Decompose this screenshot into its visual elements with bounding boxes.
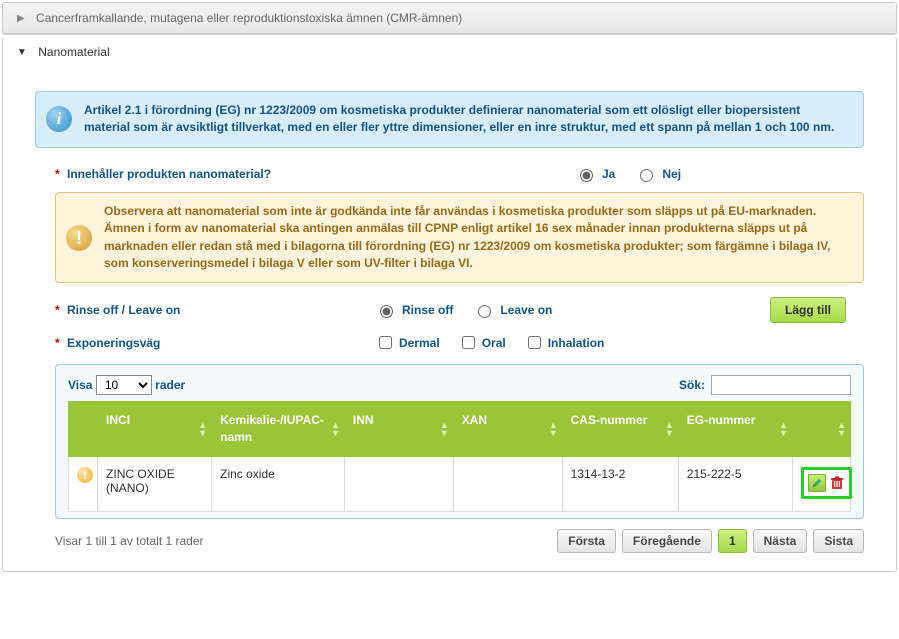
cell-eg: 215-222-5 — [678, 456, 792, 511]
show-label: Visa — [68, 378, 92, 392]
nano-table-wrap: Visa 10 rader Sök: — [55, 364, 864, 519]
exposure-row: * Exponeringsväg Dermal Oral Inhalation — [55, 333, 864, 352]
leave-on-label: Leave on — [500, 303, 552, 317]
nano-table: INCI▲▼ Kemikalie-/IUPAC-namn▲▼ INN▲▼ XAN… — [68, 401, 851, 512]
pager-prev[interactable]: Föregående — [622, 529, 712, 553]
info-box: i Artikel 2.1 i förordning (EG) nr 1223/… — [35, 91, 864, 148]
warning-text-1: Observera att nanomaterial som inte är g… — [104, 203, 849, 220]
cell-inn — [344, 456, 453, 511]
exposure-label: Exponeringsväg — [67, 336, 160, 350]
col-status[interactable] — [69, 402, 98, 457]
cell-xan — [453, 456, 562, 511]
warning-text-2: Ämnen i form av nanomaterial ska antinge… — [104, 220, 849, 272]
contains-nano-row: * Innehåller produkten nanomaterial? Ja … — [55, 166, 864, 182]
search-label: Sök: — [679, 378, 705, 392]
nano-panel-title: Nanomaterial — [38, 45, 109, 59]
trash-icon — [829, 475, 845, 491]
exposure-inhalation-checkbox[interactable] — [528, 336, 541, 349]
warning-box: ! Observera att nanomaterial som inte är… — [55, 192, 864, 284]
warning-icon: ! — [66, 225, 92, 251]
contains-nano-label: Innehåller produkten nanomaterial? — [67, 167, 271, 181]
info-icon: i — [46, 106, 72, 132]
contains-nano-no-label: Nej — [662, 167, 681, 181]
rinse-label: Rinse off / Leave on — [67, 303, 180, 317]
sort-icon: ▲▼ — [549, 421, 558, 437]
col-chem[interactable]: Kemikalie-/IUPAC-namn▲▼ — [212, 402, 345, 457]
col-inn[interactable]: INN▲▼ — [344, 402, 453, 457]
cell-chem: Zinc oxide — [212, 456, 345, 511]
col-cas[interactable]: CAS-nummer▲▼ — [562, 402, 678, 457]
nano-panel-header[interactable]: ▼ Nanomaterial — [3, 37, 896, 67]
exposure-dermal-checkbox[interactable] — [379, 336, 392, 349]
exposure-oral-checkbox[interactable] — [462, 336, 475, 349]
table-info: Visar 1 till 1 av totalt 1 rader — [55, 534, 204, 548]
nanomaterial-panel: ▼ Nanomaterial i Artikel 2.1 i förordnin… — [2, 37, 897, 572]
sort-icon: ▲▼ — [331, 421, 340, 437]
info-text: Artikel 2.1 i förordning (EG) nr 1223/20… — [84, 103, 834, 134]
cell-inci: ZINC OXIDE (NANO) — [98, 456, 212, 511]
pager-page-1[interactable]: 1 — [718, 529, 747, 553]
sort-icon: ▲▼ — [665, 421, 674, 437]
pencil-icon — [812, 478, 822, 488]
leave-on-radio[interactable] — [478, 305, 491, 318]
required-mark: * — [55, 167, 60, 181]
page-size-select[interactable]: 10 — [96, 375, 152, 395]
pager-first[interactable]: Första — [557, 529, 616, 553]
action-highlight-frame — [801, 467, 852, 499]
cmr-panel-title: Cancerframkallande, mutagena eller repro… — [36, 11, 462, 25]
rows-label: rader — [155, 378, 185, 392]
rinse-row: * Rinse off / Leave on Rinse off Leave o… — [55, 297, 864, 323]
chevron-right-icon: ▶ — [17, 13, 25, 24]
cmr-panel[interactable]: ▶ Cancerframkallande, mutagena eller rep… — [2, 2, 897, 35]
chevron-down-icon: ▼ — [17, 47, 27, 58]
add-button[interactable]: Lägg till — [770, 297, 846, 323]
pager-next[interactable]: Nästa — [753, 529, 808, 553]
exposure-oral-label: Oral — [482, 336, 506, 350]
col-inci[interactable]: INCI▲▼ — [98, 402, 212, 457]
col-xan[interactable]: XAN▲▼ — [453, 402, 562, 457]
col-actions: ▲▼ — [792, 402, 850, 457]
contains-nano-yes-label: Ja — [602, 167, 615, 181]
sort-icon: ▲▼ — [779, 421, 788, 437]
cell-cas: 1314-13-2 — [562, 456, 678, 511]
cmr-panel-header[interactable]: ▶ Cancerframkallande, mutagena eller rep… — [3, 3, 896, 34]
search-input[interactable] — [711, 375, 851, 395]
pager: Första Föregående 1 Nästa Sista — [557, 529, 864, 553]
delete-button[interactable] — [829, 475, 845, 491]
sort-icon: ▲▼ — [198, 421, 207, 437]
required-mark: * — [55, 336, 60, 350]
pager-last[interactable]: Sista — [813, 529, 864, 553]
contains-nano-yes-radio[interactable] — [580, 169, 593, 182]
edit-button[interactable] — [808, 474, 826, 492]
contains-nano-no-radio[interactable] — [640, 169, 653, 182]
rinse-off-radio[interactable] — [380, 305, 393, 318]
required-mark: * — [55, 303, 60, 317]
exposure-dermal-label: Dermal — [399, 336, 440, 350]
sort-icon: ▲▼ — [440, 421, 449, 437]
exposure-inhalation-label: Inhalation — [548, 336, 605, 350]
sort-icon: ▲▼ — [837, 421, 846, 437]
rinse-off-label: Rinse off — [402, 303, 453, 317]
status-warning-icon: ! — [77, 467, 93, 483]
table-row: ! ZINC OXIDE (NANO) Zinc oxide 1314-13-2… — [69, 456, 851, 511]
col-eg[interactable]: EG-nummer▲▼ — [678, 402, 792, 457]
